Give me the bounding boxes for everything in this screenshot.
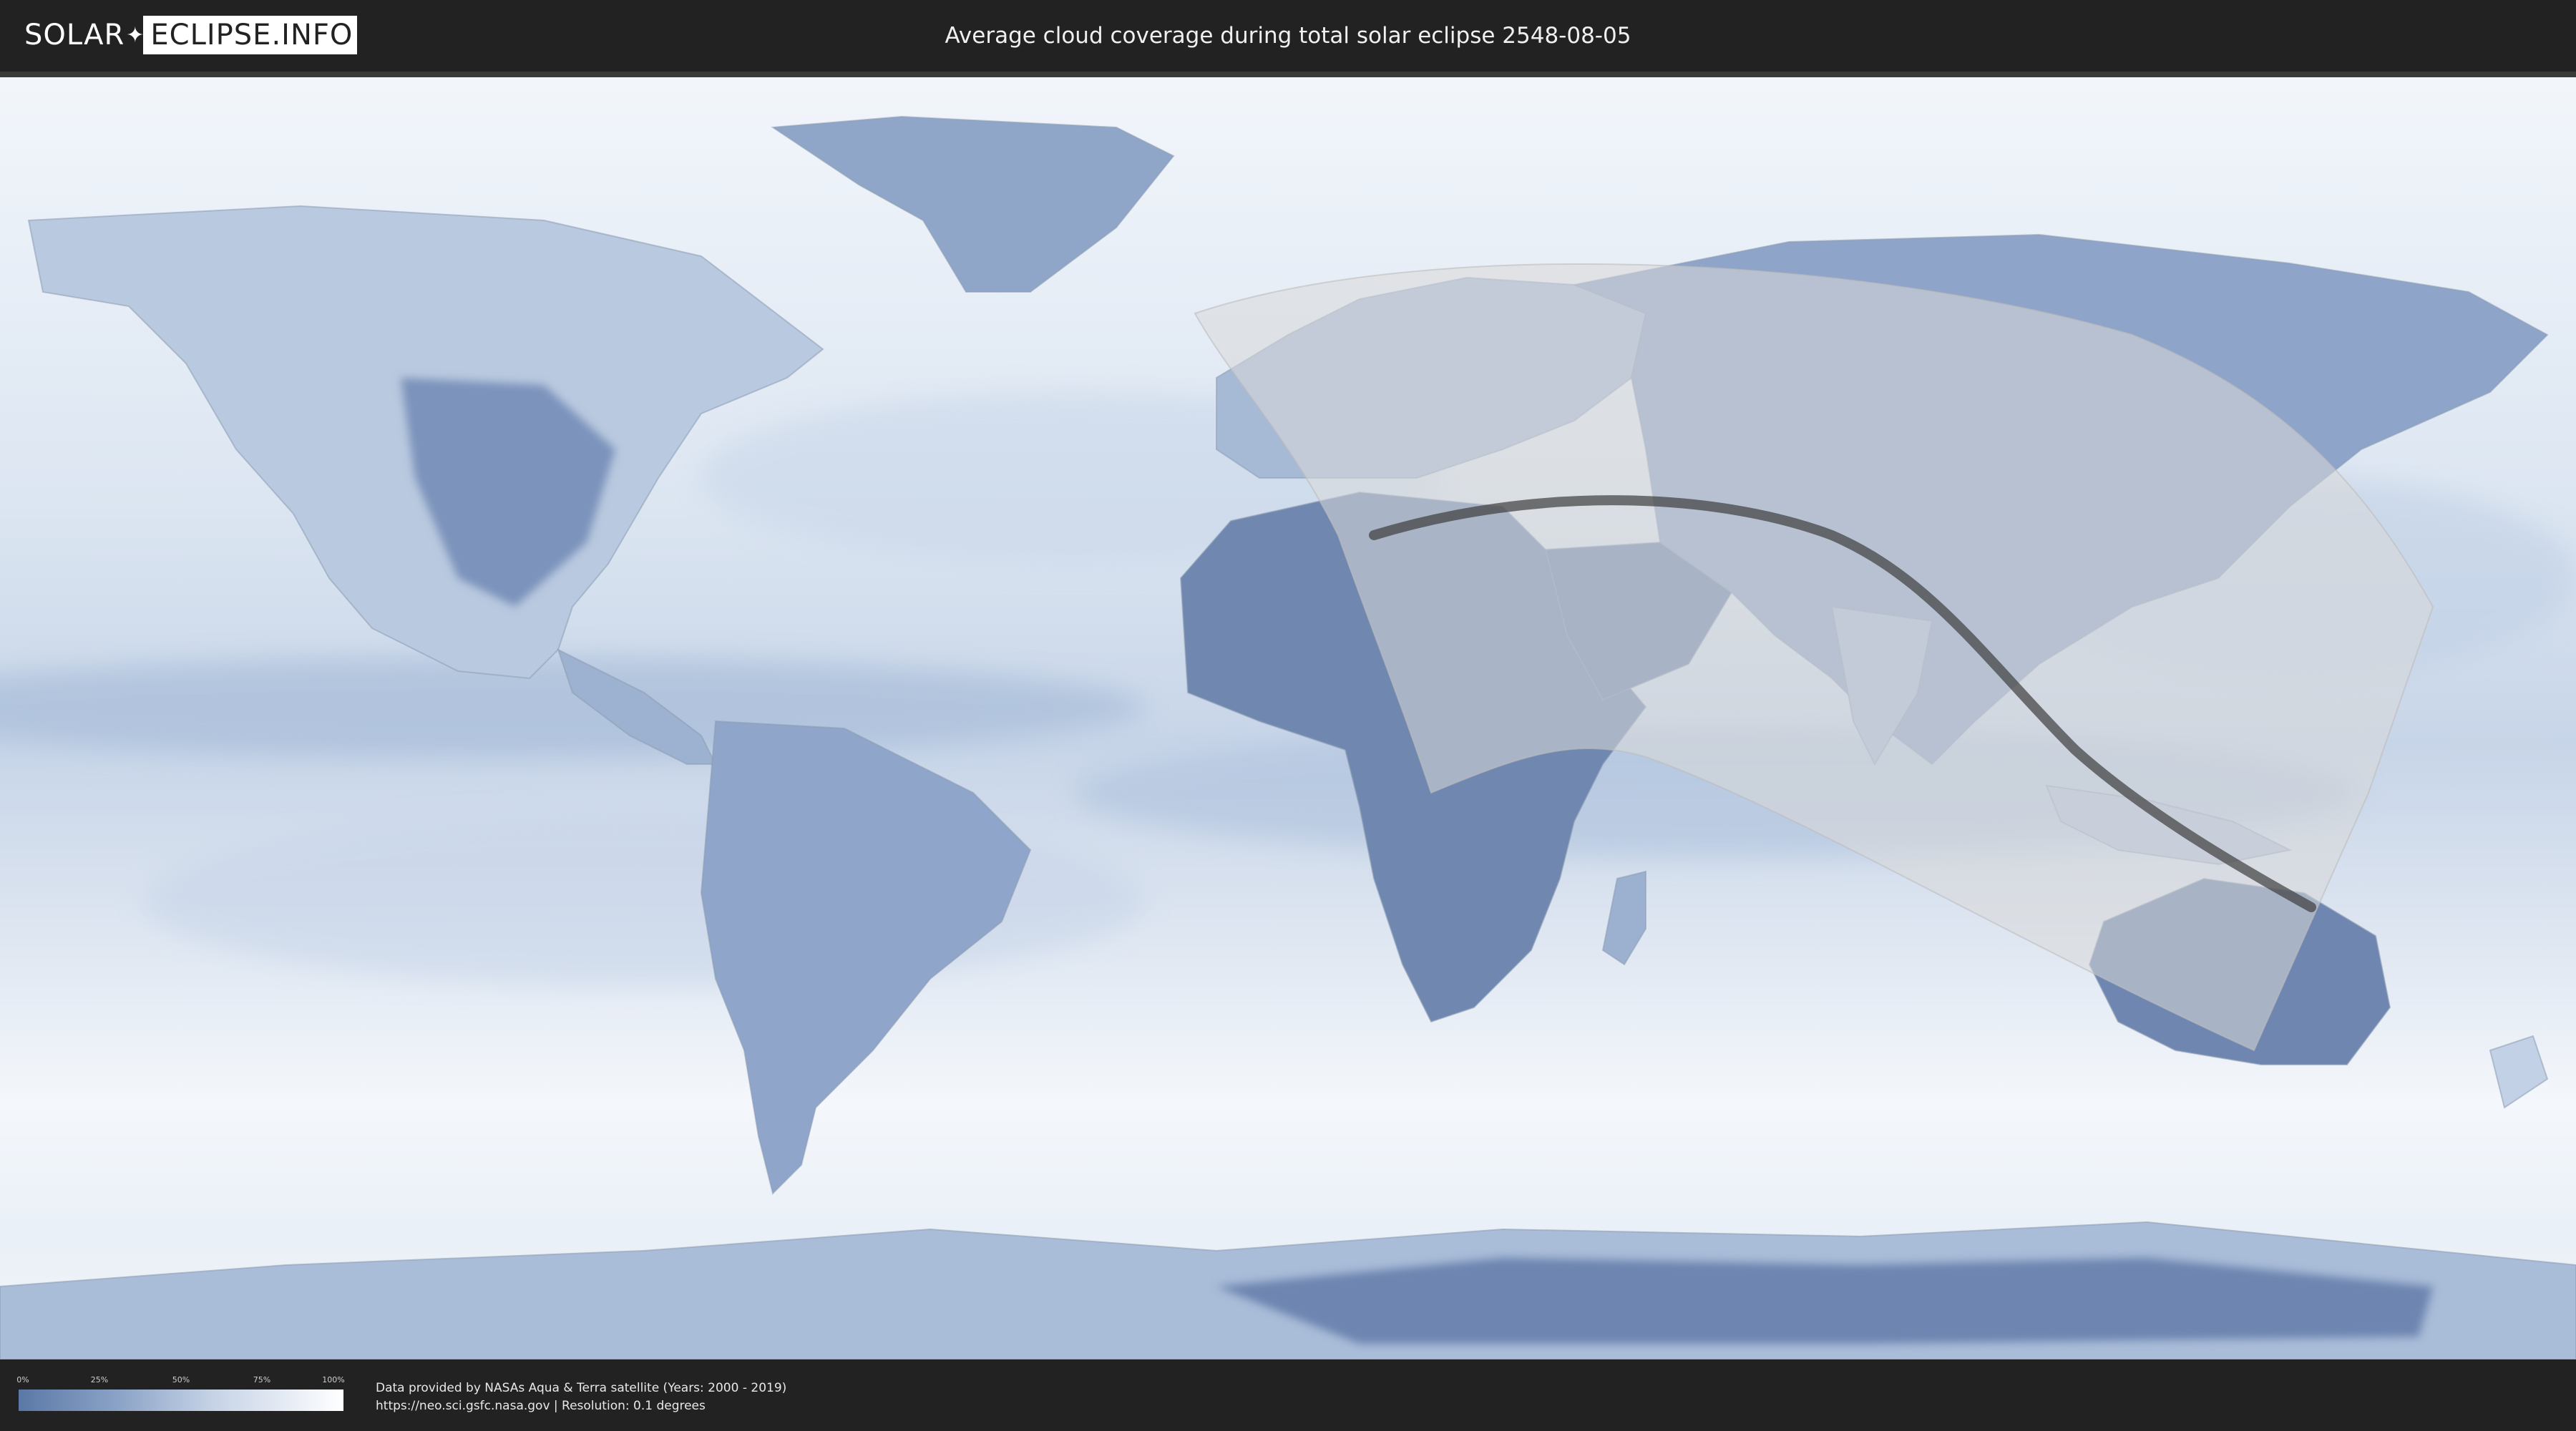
legend-tick-100: 100% — [322, 1375, 345, 1384]
legend-tick-25: 25% — [90, 1375, 109, 1384]
footer-bar: 0% 25% 50% 75% 100% Data provided by NAS… — [0, 1359, 2576, 1431]
legend-tick-0: 0% — [16, 1375, 29, 1384]
cloud-coverage-legend: 0% 25% 50% 75% 100% — [16, 1375, 345, 1412]
legend-color-bar — [19, 1390, 343, 1411]
map-canvas — [0, 77, 2576, 1359]
legend-ticks: 0% 25% 50% 75% 100% — [16, 1375, 345, 1385]
legend-tick-50: 50% — [172, 1375, 190, 1384]
credit-line-url[interactable]: https://neo.sci.gsfc.nasa.gov | Resoluti… — [376, 1397, 786, 1415]
legend-tick-75: 75% — [253, 1375, 271, 1384]
data-credit: Data provided by NASAs Aqua & Terra sate… — [376, 1379, 786, 1415]
header-bar: SOLAR ✦ ECLIPSE.INFO Average cloud cover… — [0, 0, 2576, 72]
cloud-coverage-map[interactable] — [0, 72, 2576, 1359]
credit-line-source: Data provided by NASAs Aqua & Terra sate… — [376, 1381, 787, 1395]
page-title: Average cloud coverage during total sola… — [945, 23, 1631, 49]
antarctica-east-dry — [1216, 1258, 2433, 1344]
